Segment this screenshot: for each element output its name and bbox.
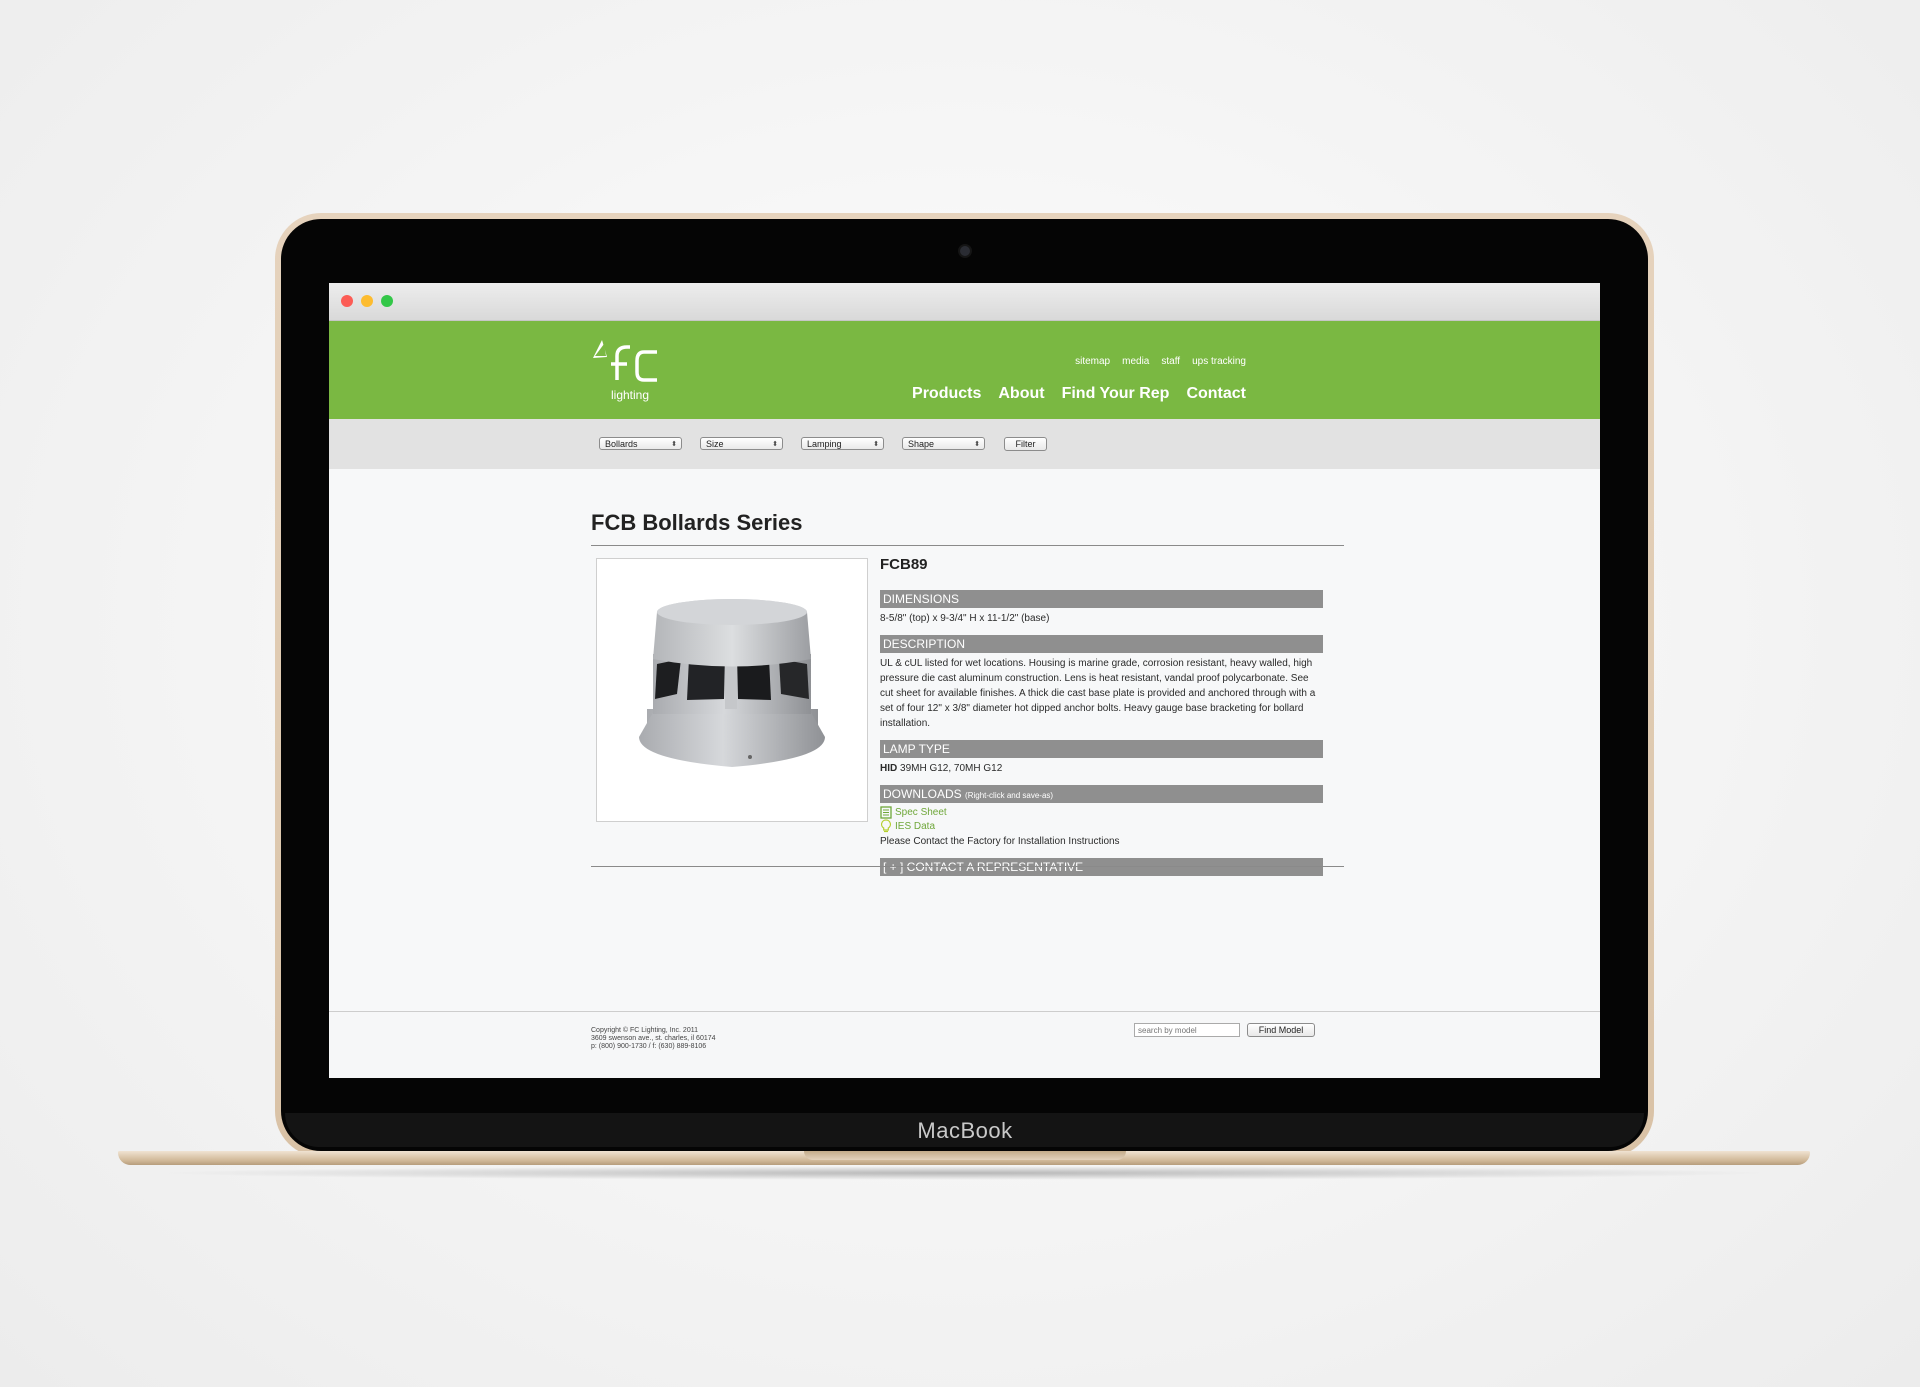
lamping-select[interactable]: Lamping ⬍ xyxy=(801,437,884,450)
page-title: FCB Bollards Series xyxy=(591,510,803,535)
description-header: DESCRIPTION xyxy=(880,635,1323,653)
ups-tracking-link[interactable]: ups tracking xyxy=(1192,356,1246,367)
nav-find-your-rep[interactable]: Find Your Rep xyxy=(1062,385,1170,403)
dimensions-text: 8-5/8" (top) x 9-3/4" H x 11-1/2" (base) xyxy=(880,613,1050,624)
contact-representative-toggle[interactable]: [ + ] CONTACT A REPRESENTATIVE xyxy=(880,858,1323,876)
model-number: FCB89 xyxy=(880,556,928,573)
lid-notch xyxy=(804,1151,1126,1160)
maximize-window-button[interactable] xyxy=(381,295,393,307)
copyright-text: Copyright © FC Lighting, Inc. 2011 xyxy=(591,1027,698,1034)
downloads-header: DOWNLOADS (Right-click and save-as) xyxy=(880,785,1323,803)
sitemap-link[interactable]: sitemap xyxy=(1075,356,1110,367)
nav-products[interactable]: Products xyxy=(912,385,981,403)
select-arrows-icon: ⬍ xyxy=(772,441,778,448)
lightbulb-icon xyxy=(881,819,891,833)
title-divider xyxy=(591,545,1344,546)
select-arrows-icon: ⬍ xyxy=(873,441,879,448)
lamp-type-value: 39MH G12, 70MH G12 xyxy=(900,763,1003,774)
find-model-button[interactable]: Find Model xyxy=(1247,1023,1315,1037)
phone-text: p: (800) 900-1730 / f: (630) 889-8106 xyxy=(591,1043,707,1050)
product-image xyxy=(596,558,868,822)
spec-sheet-link[interactable]: Spec Sheet xyxy=(880,806,1323,819)
minimize-window-button[interactable] xyxy=(361,295,373,307)
media-link[interactable]: media xyxy=(1122,356,1149,367)
nav-contact[interactable]: Contact xyxy=(1186,385,1246,403)
laptop-shadow xyxy=(150,1166,1778,1180)
webcam xyxy=(960,246,970,256)
macbook-label: MacBook xyxy=(917,1118,1013,1143)
model-search-input[interactable] xyxy=(1134,1023,1240,1037)
site-footer: Copyright © FC Lighting, Inc. 2011 3609 … xyxy=(329,1011,1600,1078)
lamp-type-header: LAMP TYPE xyxy=(880,740,1323,758)
lamp-type-bold: HID xyxy=(880,763,898,774)
product-details: FCB89 DIMENSIONS 8-5/8" (top) x 9-3/4" H… xyxy=(880,556,1323,879)
site-header: lighting sitemap media staff ups trackin… xyxy=(329,321,1600,419)
size-select-value: Size xyxy=(706,439,724,449)
close-window-button[interactable] xyxy=(341,295,353,307)
utility-nav: sitemap media staff ups tracking xyxy=(1075,356,1246,367)
bollard-image xyxy=(639,599,825,767)
description-text: UL & cUL listed for wet locations. Housi… xyxy=(880,658,1316,729)
category-select[interactable]: Bollards ⬍ xyxy=(599,437,682,450)
select-arrows-icon: ⬍ xyxy=(974,441,980,448)
fc-logo-icon: lighting xyxy=(593,340,657,402)
shape-select[interactable]: Shape ⬍ xyxy=(902,437,985,450)
product-content: FCB Bollards Series FCB89 DIMENSIONS 8-5… xyxy=(329,468,1600,888)
lamping-select-value: Lamping xyxy=(807,439,842,449)
content-bottom-divider xyxy=(591,866,1344,867)
category-select-value: Bollards xyxy=(605,439,638,449)
ies-data-link[interactable]: IES Data xyxy=(880,819,1323,833)
lamp-type-text: HID 39MH G12, 70MH G12 xyxy=(880,761,1323,776)
size-select[interactable]: Size ⬍ xyxy=(700,437,783,450)
document-icon xyxy=(880,806,892,819)
browser-window: lighting sitemap media staff ups trackin… xyxy=(329,283,1600,1078)
downloads-label: DOWNLOADS xyxy=(883,787,962,801)
svg-text:lighting: lighting xyxy=(611,388,649,402)
nav-about[interactable]: About xyxy=(998,385,1044,403)
downloads-note: (Right-click and save-as) xyxy=(965,791,1054,800)
ies-data-label: IES Data xyxy=(895,820,936,832)
browser-titlebar xyxy=(329,283,1600,321)
shape-select-value: Shape xyxy=(908,439,935,449)
filter-bar: Bollards ⬍ Size ⬍ Lamping ⬍ Shape ⬍ Filter xyxy=(329,419,1600,469)
spec-sheet-label: Spec Sheet xyxy=(895,807,947,818)
dimensions-header: DIMENSIONS xyxy=(880,590,1323,608)
main-nav: Products About Find Your Rep Contact xyxy=(912,385,1246,403)
address-text: 3609 swenson ave., st. charles, il 60174 xyxy=(591,1035,716,1042)
footer-info: Copyright © FC Lighting, Inc. 2011 3609 … xyxy=(591,1027,716,1051)
staff-link[interactable]: staff xyxy=(1161,356,1180,367)
filter-button[interactable]: Filter xyxy=(1004,437,1047,451)
select-arrows-icon: ⬍ xyxy=(671,441,677,448)
fc-lighting-logo[interactable]: lighting xyxy=(587,334,667,404)
installation-note: Please Contact the Factory for Installat… xyxy=(880,836,1120,847)
